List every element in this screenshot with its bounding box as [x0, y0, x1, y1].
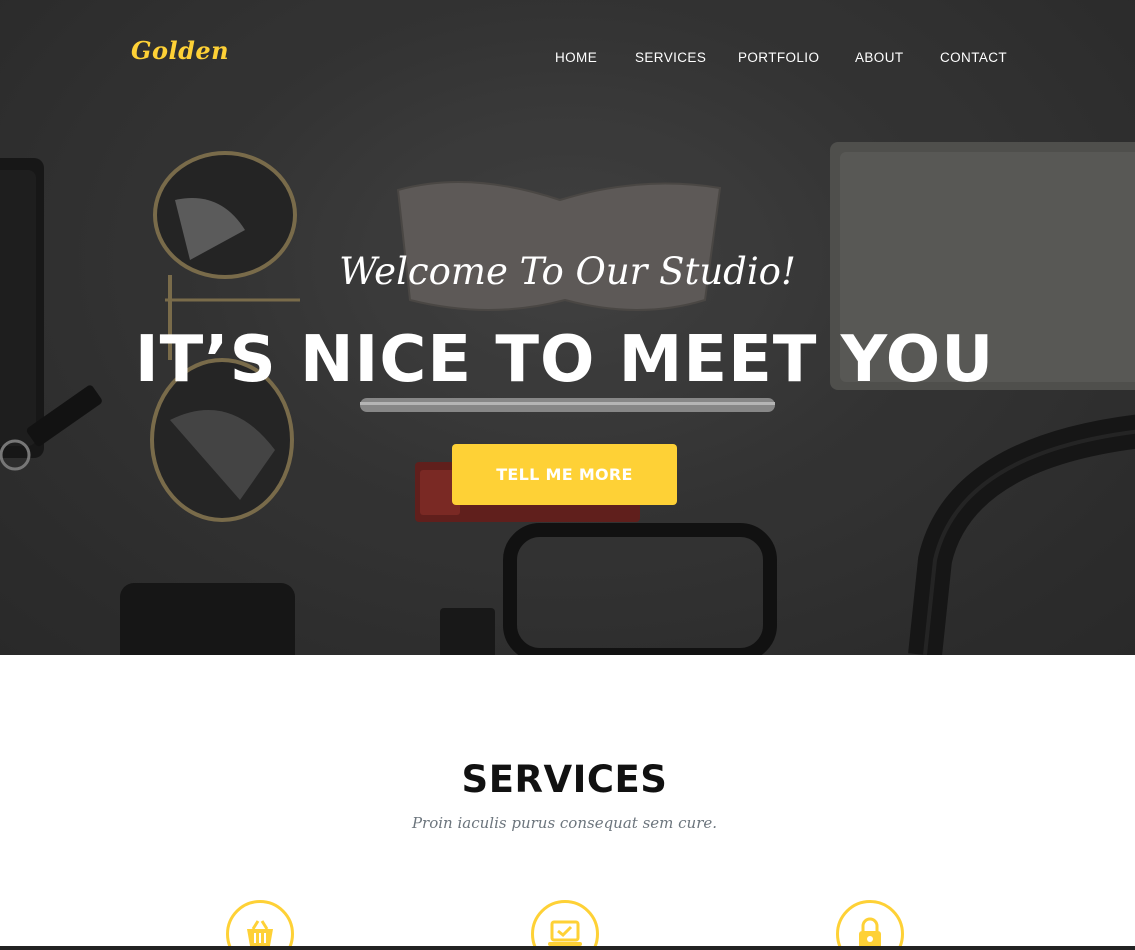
lock-icon — [836, 900, 904, 950]
tell-me-more-button[interactable]: TELL ME MORE — [452, 444, 677, 505]
hero-lead-text: Welcome To Our Studio! — [339, 250, 796, 293]
services-title: SERVICES — [461, 758, 668, 801]
nav-services[interactable]: SERVICES — [635, 50, 706, 65]
nav-about[interactable]: ABOUT — [855, 50, 904, 65]
top-navigation-bar: Golden HOME SERVICES PORTFOLIO ABOUT CON… — [0, 0, 1135, 115]
hero-heading: IT’S NICE TO MEET YOU — [134, 323, 995, 397]
nav-portfolio[interactable]: PORTFOLIO — [738, 50, 819, 65]
nav-home[interactable]: HOME — [555, 50, 597, 65]
page-bottom-edge — [0, 946, 1135, 950]
brand-logo[interactable]: Golden — [131, 36, 229, 65]
laptop-check-icon — [531, 900, 599, 950]
shopping-basket-icon — [226, 900, 294, 950]
hero-section: Golden HOME SERVICES PORTFOLIO ABOUT CON… — [0, 0, 1135, 655]
nav-contact[interactable]: CONTACT — [940, 50, 1007, 65]
services-subtitle: Proin iaculis purus consequat sem cure. — [411, 814, 718, 832]
